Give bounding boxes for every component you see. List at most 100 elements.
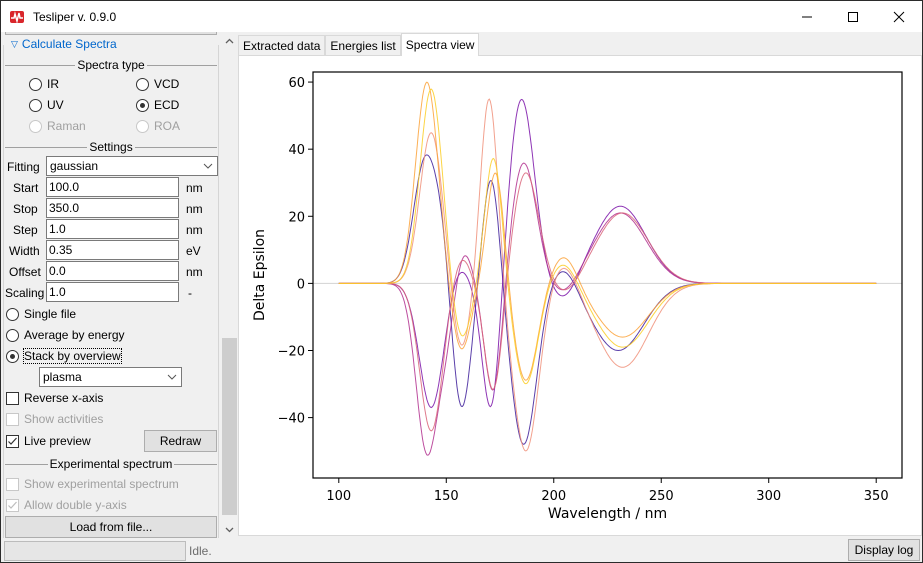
radio-uv[interactable]: UV — [29, 98, 64, 112]
radio-circle — [136, 77, 149, 91]
width-label: Width — [9, 244, 40, 258]
show-activities-checkbox: Show activities — [6, 412, 103, 426]
live-preview-checkbox[interactable]: Live preview — [6, 434, 91, 448]
fitting-label: Fitting — [7, 160, 40, 174]
radio-circle — [6, 328, 19, 342]
scaling-input[interactable]: 1.0 — [46, 282, 179, 302]
status-bar: Idle. Display log — [1, 538, 922, 562]
x-tick-label: 300 — [756, 489, 781, 504]
radio-circle — [29, 119, 42, 133]
series-line-conformer-3 — [338, 162, 877, 456]
start-label: Start — [13, 181, 39, 195]
series-lines — [338, 81, 877, 456]
x-axis-label: Wavelength / nm — [548, 506, 667, 522]
radio-raman: Raman — [29, 119, 86, 133]
stop-unit: nm — [186, 202, 203, 216]
radio-stack-by-overview[interactable]: Stack by overview — [6, 348, 122, 364]
radio-average-by-energy[interactable]: Average by energy — [6, 328, 125, 342]
step-label: Step — [13, 223, 38, 237]
chevron-down-icon — [225, 527, 234, 532]
checkmark-icon — [8, 437, 17, 445]
radio-ecd[interactable]: ECD — [136, 98, 179, 112]
start-input[interactable]: 100.0 — [46, 177, 179, 197]
y-tick-label: 40 — [288, 143, 305, 158]
step-input[interactable]: 1.0 — [46, 219, 179, 239]
stop-label: Stop — [13, 202, 38, 216]
allow-double-y-axis-checkbox: Allow double y-axis — [6, 498, 127, 512]
y-tick-label: −20 — [278, 344, 305, 359]
minimize-button[interactable] — [784, 1, 830, 32]
tab-energies-list[interactable]: Energies list — [325, 35, 401, 56]
y-tick-label: 0 — [297, 277, 305, 292]
display-log-button[interactable]: Display log — [848, 539, 920, 561]
collapse-triangle-icon: ▽ — [11, 38, 18, 49]
scroll-thumb[interactable] — [222, 338, 237, 515]
series-line-conformer-2 — [338, 98, 877, 409]
spectra-view-panel: 100 150 200 250 300 350 −40 −20 0 20 40 60 Wavelen… — [238, 55, 922, 536]
reverse-x-axis-checkbox[interactable]: Reverse x-axis — [6, 391, 103, 405]
colormap-select[interactable]: plasma — [39, 367, 182, 387]
offset-input[interactable]: 0.0 — [46, 261, 179, 281]
scroll-up-button[interactable] — [221, 32, 238, 49]
tab-spectra-view[interactable]: Spectra view — [400, 33, 480, 56]
width-input[interactable]: 0.35 — [46, 240, 179, 260]
chevron-down-icon — [203, 163, 213, 169]
radio-ir[interactable]: IR — [29, 77, 59, 91]
status-text: Idle. — [189, 544, 212, 558]
spectra-type-title: Spectra type — [5, 58, 217, 72]
checkbox-box — [6, 391, 19, 405]
controls-panel: ▽ Calculate Spectra Spectra type IR VCD … — [1, 32, 221, 538]
checkbox-box — [6, 412, 19, 426]
radio-circle-selected — [136, 98, 149, 112]
series-line-conformer-6 — [338, 81, 877, 381]
step-unit: nm — [186, 223, 203, 237]
stop-input[interactable]: 350.0 — [46, 198, 179, 218]
x-tick-label: 100 — [326, 489, 351, 504]
series-line-conformer-5 — [338, 98, 877, 452]
start-unit: nm — [186, 181, 203, 195]
window-title: Tesliper v. 0.9.0 — [33, 9, 117, 24]
controls-scrollbar[interactable] — [221, 32, 238, 538]
scroll-down-button[interactable] — [221, 521, 238, 538]
offset-unit: nm — [186, 265, 203, 279]
checkmark-icon — [8, 501, 17, 509]
close-button[interactable] — [876, 1, 922, 32]
radio-single-file[interactable]: Single file — [6, 307, 76, 321]
checkbox-box — [6, 498, 19, 512]
radio-circle — [29, 98, 42, 112]
y-tick-label: −40 — [278, 412, 305, 427]
series-line-conformer-7 — [338, 88, 877, 385]
radio-circle — [136, 119, 149, 133]
chevron-up-icon — [225, 38, 234, 43]
view-tabs: Extracted data Energies list Spectra vie… — [238, 33, 480, 56]
y-tick-label: 20 — [288, 210, 305, 225]
group-header-label: Calculate Spectra — [21, 37, 117, 51]
x-tick-label: 200 — [541, 489, 566, 504]
offset-label: Offset — [9, 265, 41, 279]
plot-frame — [312, 71, 903, 479]
radio-vcd[interactable]: VCD — [136, 77, 179, 91]
tab-extracted-data[interactable]: Extracted data — [238, 35, 326, 56]
checkbox-box — [6, 477, 19, 491]
width-unit: eV — [186, 244, 201, 258]
redraw-button[interactable]: Redraw — [144, 430, 217, 452]
x-tick-label: 250 — [649, 489, 674, 504]
x-tick-label: 350 — [864, 489, 889, 504]
radio-circle — [29, 77, 42, 91]
calculate-spectra-toggle[interactable]: ▽ Calculate Spectra — [5, 37, 217, 51]
show-experimental-checkbox: Show experimental spectrum — [6, 477, 179, 491]
progress-bar — [4, 541, 186, 561]
x-axis-ticks: 100 150 200 250 300 350 — [326, 478, 889, 504]
chevron-down-icon — [167, 374, 177, 380]
experimental-spectrum-title: Experimental spectrum — [5, 457, 217, 471]
title-bar: Tesliper v. 0.9.0 — [1, 1, 922, 32]
y-tick-label: 60 — [288, 76, 305, 91]
x-tick-label: 150 — [434, 489, 459, 504]
load-from-file-button[interactable]: Load from file... — [5, 516, 217, 538]
maximize-icon — [848, 11, 858, 22]
radio-roa: ROA — [136, 119, 180, 133]
scaling-label: Scaling — [5, 286, 45, 300]
maximize-button[interactable] — [830, 1, 876, 32]
fitting-select[interactable]: gaussian — [46, 156, 218, 176]
tesliper-logo-icon — [10, 10, 24, 24]
